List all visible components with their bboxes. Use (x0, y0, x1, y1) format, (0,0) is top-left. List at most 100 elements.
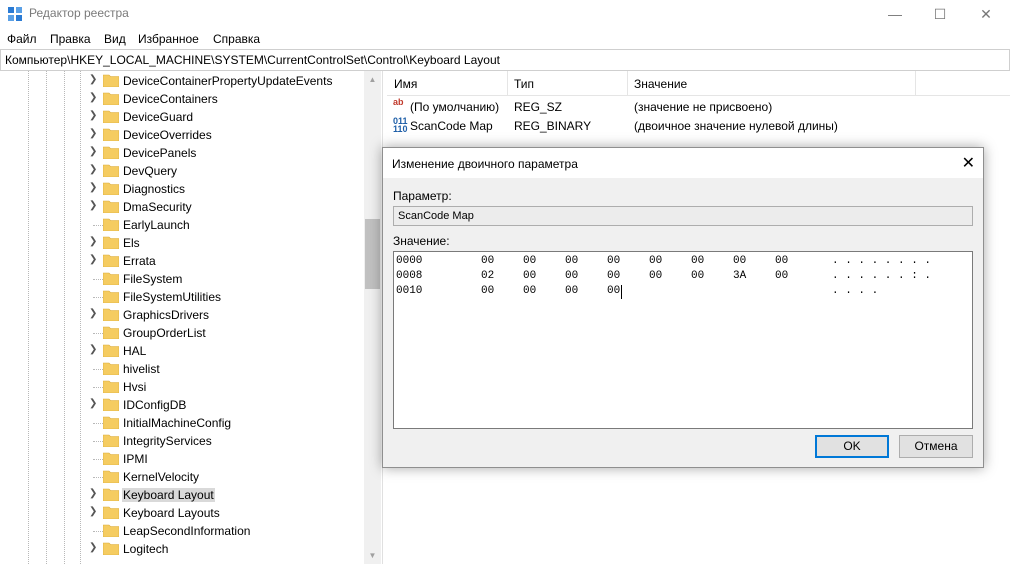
chevron-right-icon[interactable]: ❯ (89, 165, 99, 175)
tree-item[interactable]: IntegrityServices (0, 432, 364, 450)
tree-item[interactable]: Hvsi (0, 378, 364, 396)
menu-file[interactable]: Файл (7, 32, 37, 46)
chevron-right-icon[interactable]: ❯ (89, 237, 99, 247)
chevron-right-icon[interactable]: ❯ (89, 129, 99, 139)
column-type[interactable]: Тип (514, 77, 534, 91)
list-header: Имя Тип Значение (387, 71, 1010, 96)
dialog-close-icon[interactable]: ✕ (962, 153, 975, 173)
chevron-right-icon[interactable]: ❯ (89, 489, 99, 499)
list-row[interactable]: ab (По умолчанию) REG_SZ (значение не пр… (387, 97, 1010, 115)
tree-item[interactable]: InitialMachineConfig (0, 414, 364, 432)
cancel-button[interactable]: Отмена (899, 435, 973, 458)
hex-byte[interactable]: 00 (607, 255, 620, 267)
hex-byte[interactable]: 00 (607, 270, 620, 282)
chevron-right-icon[interactable]: ❯ (89, 309, 99, 319)
tree-item[interactable]: FileSystemUtilities (0, 288, 364, 306)
list-row[interactable]: 011 110 ScanCode Map REG_BINARY (двоичное… (387, 116, 1010, 134)
column-divider[interactable] (627, 71, 628, 95)
folder-icon (103, 254, 119, 267)
ok-button[interactable]: OK (815, 435, 889, 458)
menu-help[interactable]: Справка (213, 32, 260, 46)
tree-scrollbar[interactable]: ▲ ▼ (364, 71, 381, 564)
hex-byte[interactable]: 00 (523, 270, 536, 282)
tree-item[interactable]: ❯ DeviceContainerPropertyUpdateEvents (0, 72, 364, 90)
tree-item[interactable]: ❯ IDConfigDB (0, 396, 364, 414)
chevron-right-icon[interactable]: ❯ (89, 93, 99, 103)
chevron-right-icon[interactable]: ❯ (89, 543, 99, 553)
hex-line[interactable]: 0000 00 00 00 00 00 00 00 00. . . . . . . . (396, 255, 966, 270)
scroll-down-arrow-icon[interactable]: ▼ (364, 547, 381, 564)
scroll-thumb[interactable] (365, 219, 380, 289)
tree-item[interactable]: ❯ HAL (0, 342, 364, 360)
chevron-right-icon[interactable]: ❯ (89, 399, 99, 409)
tree-item[interactable]: ❯ DmaSecurity (0, 198, 364, 216)
tree-item[interactable]: ❯ Errata (0, 252, 364, 270)
tree-item-label: DevQuery (123, 164, 178, 178)
maximize-button[interactable]: ☐ (917, 0, 963, 28)
hex-byte[interactable]: 00 (565, 255, 578, 267)
hex-editor[interactable]: 0000 00 00 00 00 00 00 00 00. . . . . . . . 0008 0… (393, 251, 973, 429)
tree-item[interactable]: ❯ Logitech (0, 540, 364, 558)
tree-item[interactable]: ❯ DeviceGuard (0, 108, 364, 126)
chevron-right-icon[interactable]: ❯ (89, 111, 99, 121)
chevron-right-icon[interactable]: ❯ (89, 345, 99, 355)
hex-byte[interactable]: 00 (733, 255, 746, 267)
tree-item[interactable]: ❯ Els (0, 234, 364, 252)
chevron-right-icon[interactable]: ❯ (89, 507, 99, 517)
address-bar[interactable]: Компьютер\HKEY_LOCAL_MACHINE\SYSTEM\Curr… (0, 49, 1010, 71)
tree-item[interactable]: ❯ Keyboard Layouts (0, 504, 364, 522)
column-divider[interactable] (507, 71, 508, 95)
hex-byte[interactable]: 00 (481, 255, 494, 267)
hex-byte[interactable]: 00 (775, 270, 788, 282)
tree-item[interactable]: hivelist (0, 360, 364, 378)
hex-byte[interactable]: 00 (607, 285, 620, 297)
hex-byte[interactable]: 00 (649, 255, 662, 267)
tree-connector (93, 387, 103, 388)
hex-byte[interactable]: 00 (523, 255, 536, 267)
tree-item[interactable]: ❯ DeviceContainers (0, 90, 364, 108)
tree-item[interactable]: ❯ Keyboard Layout (0, 486, 364, 504)
hex-byte[interactable]: 00 (523, 285, 536, 297)
hex-byte[interactable]: 00 (481, 285, 494, 297)
tree-item-label: Errata (123, 254, 156, 268)
hex-byte[interactable]: 00 (691, 255, 704, 267)
hex-byte[interactable]: 3A (733, 270, 746, 282)
tree-item[interactable]: FileSystem (0, 270, 364, 288)
scroll-up-arrow-icon[interactable]: ▲ (364, 71, 381, 88)
close-window-button[interactable]: ✕ (963, 0, 1009, 28)
tree-item[interactable]: LeapSecondInformation (0, 522, 364, 540)
column-divider[interactable] (915, 71, 916, 95)
tree-item[interactable]: ❯ DevicePanels (0, 144, 364, 162)
column-name[interactable]: Имя (394, 77, 417, 91)
hex-byte[interactable]: 00 (775, 255, 788, 267)
tree-item[interactable]: ❯ Diagnostics (0, 180, 364, 198)
chevron-right-icon[interactable]: ❯ (89, 75, 99, 85)
chevron-right-icon[interactable]: ❯ (89, 147, 99, 157)
hex-byte[interactable]: 00 (691, 270, 704, 282)
hex-byte[interactable]: 00 (565, 270, 578, 282)
chevron-right-icon[interactable]: ❯ (89, 255, 99, 265)
menu-favorites[interactable]: Избранное (138, 32, 199, 46)
tree-item[interactable]: KernelVelocity (0, 468, 364, 486)
registry-tree[interactable]: ❯ DeviceContainerPropertyUpdateEvents ❯ Dev… (0, 71, 383, 564)
hex-byte[interactable]: 00 (565, 285, 578, 297)
tree-item[interactable]: IPMI (0, 450, 364, 468)
tree-item-label: GraphicsDrivers (123, 308, 210, 322)
menu-view[interactable]: Вид (104, 32, 126, 46)
column-value[interactable]: Значение (634, 77, 687, 91)
hex-byte[interactable]: 02 (481, 270, 494, 282)
chevron-right-icon[interactable]: ❯ (89, 183, 99, 193)
hex-line[interactable]: 0010 00 00 00 00 . . . . (396, 285, 966, 300)
tree-item[interactable]: ❯ GraphicsDrivers (0, 306, 364, 324)
hex-line[interactable]: 0008 02 00 00 00 00 00 3A 00 . . . . . . : . (396, 270, 966, 285)
tree-item[interactable]: ❯ DevQuery (0, 162, 364, 180)
menu-edit[interactable]: Правка (50, 32, 91, 46)
tree-item[interactable]: EarlyLaunch (0, 216, 364, 234)
tree-item[interactable]: ❯ DeviceOverrides (0, 126, 364, 144)
tree-connector (93, 333, 103, 334)
chevron-right-icon[interactable]: ❯ (89, 201, 99, 211)
address-path: Компьютер\HKEY_LOCAL_MACHINE\SYSTEM\Curr… (5, 53, 500, 67)
tree-item[interactable]: GroupOrderList (0, 324, 364, 342)
minimize-button[interactable]: — (872, 0, 918, 28)
hex-byte[interactable]: 00 (649, 270, 662, 282)
